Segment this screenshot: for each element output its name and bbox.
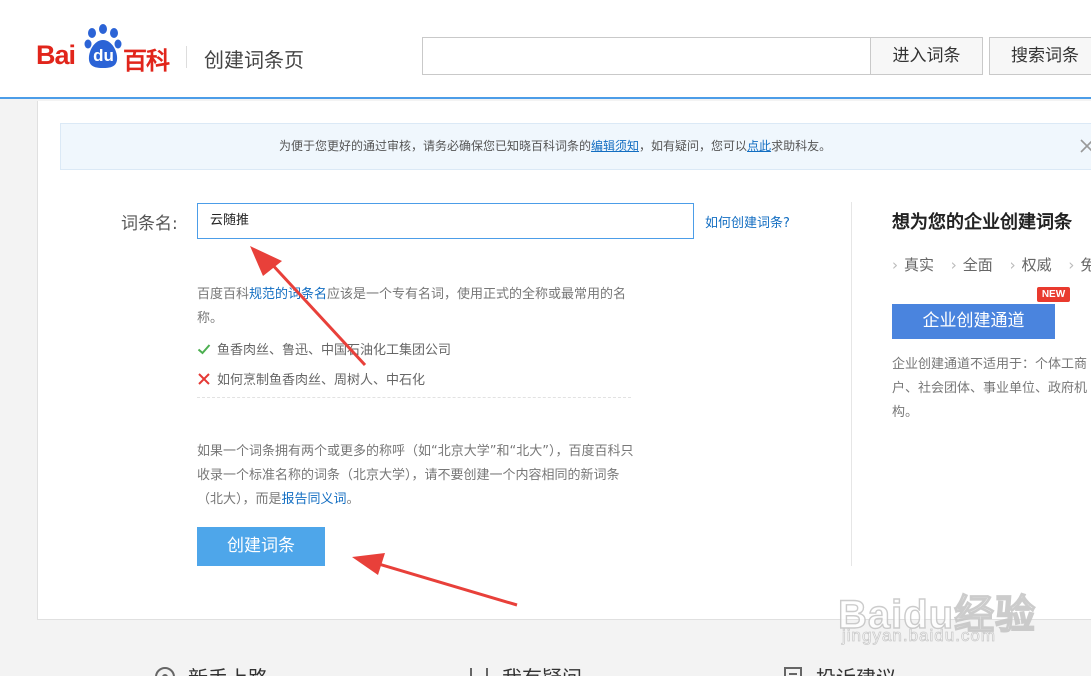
footer-question[interactable]: 我有疑问	[468, 662, 582, 676]
good-example-row: 鱼香肉丝、鲁迅、中国石油化工集团公司	[197, 339, 451, 358]
question-icon	[470, 668, 488, 676]
enterprise-create-button[interactable]: 企业创建通道	[892, 304, 1055, 339]
feature-item: 免费	[1068, 256, 1091, 274]
logo-du-text: du	[93, 46, 114, 65]
baidu-jingyan-watermark: Baidu经验 jingyan.baidu.com	[837, 560, 1038, 650]
notice-text: 为便于您更好的通过审核，请务必确保您已知晓百科词条的编辑须知，如有疑问，您可以点…	[279, 139, 832, 153]
report-synonym-link[interactable]: 报告同义词	[282, 492, 347, 507]
close-icon[interactable]	[1078, 137, 1091, 155]
naming-tip: 百度百科规范的词条名应该是一个专有名词，使用正式的全称或最常用的名称。	[197, 287, 627, 326]
feature-item: 全面	[951, 256, 993, 274]
enter-entry-button[interactable]: 进入词条	[871, 37, 983, 75]
edit-guide-link[interactable]: 编辑须知	[591, 139, 639, 153]
notice-bar: 为便于您更好的通过审核，请务必确保您已知晓百科词条的编辑须知，如有疑问，您可以点…	[60, 123, 1091, 170]
enterprise-note: 企业创建通道不适用于：个体工商户、社会团体、事业单位、政府机构。	[892, 357, 1088, 420]
create-entry-button[interactable]: 创建词条	[197, 527, 325, 566]
footer-newbie[interactable]: 新手上路	[154, 662, 268, 676]
synonym-tip: 如果一个词条拥有两个或更多的称呼（如“北京大学”和“北大”），百度百科只收录一个…	[197, 444, 634, 507]
cross-icon	[198, 373, 210, 385]
entry-name-label: 词条名:	[121, 214, 178, 234]
baidu-baike-logo[interactable]: Bai du 百科	[36, 24, 176, 75]
vertical-divider	[851, 202, 852, 566]
enterprise-features: 真实 全面 权威 免费	[892, 254, 1091, 275]
dashed-divider	[197, 397, 631, 398]
search-input[interactable]	[422, 37, 871, 75]
standard-name-link[interactable]: 规范的词条名	[249, 287, 327, 302]
logo-baike-text: 百科	[123, 47, 170, 75]
logo-bai-text: Bai	[36, 40, 76, 70]
search-entry-button[interactable]: 搜索词条	[989, 37, 1091, 75]
how-to-create-link[interactable]: 如何创建词条?	[705, 212, 790, 231]
feedback-icon	[784, 667, 802, 676]
page-title: 创建词条页	[204, 48, 304, 72]
check-icon	[197, 344, 211, 355]
entry-name-input[interactable]: 云随推	[197, 203, 694, 239]
enterprise-title: 想为您的企业创建词条	[892, 212, 1072, 233]
header-separator	[186, 46, 187, 68]
bad-example-text: 如何烹制鱼香肉丝、周树人、中石化	[217, 373, 426, 388]
feature-item: 真实	[892, 256, 934, 274]
bad-example-row: 如何烹制鱼香肉丝、周树人、中石化	[197, 369, 425, 388]
header: Bai du 百科 创建词条页 进入词条 搜索词条	[0, 0, 1091, 99]
new-badge: NEW	[1037, 287, 1070, 302]
watermark-url: jingyan.baidu.com	[842, 626, 997, 646]
click-here-link[interactable]: 点此	[747, 139, 771, 153]
feature-item: 权威	[1010, 256, 1052, 274]
compass-icon	[155, 667, 175, 676]
footer-feedback[interactable]: 投诉建议	[782, 662, 896, 676]
good-example-text: 鱼香肉丝、鲁迅、中国石油化工集团公司	[217, 343, 452, 358]
